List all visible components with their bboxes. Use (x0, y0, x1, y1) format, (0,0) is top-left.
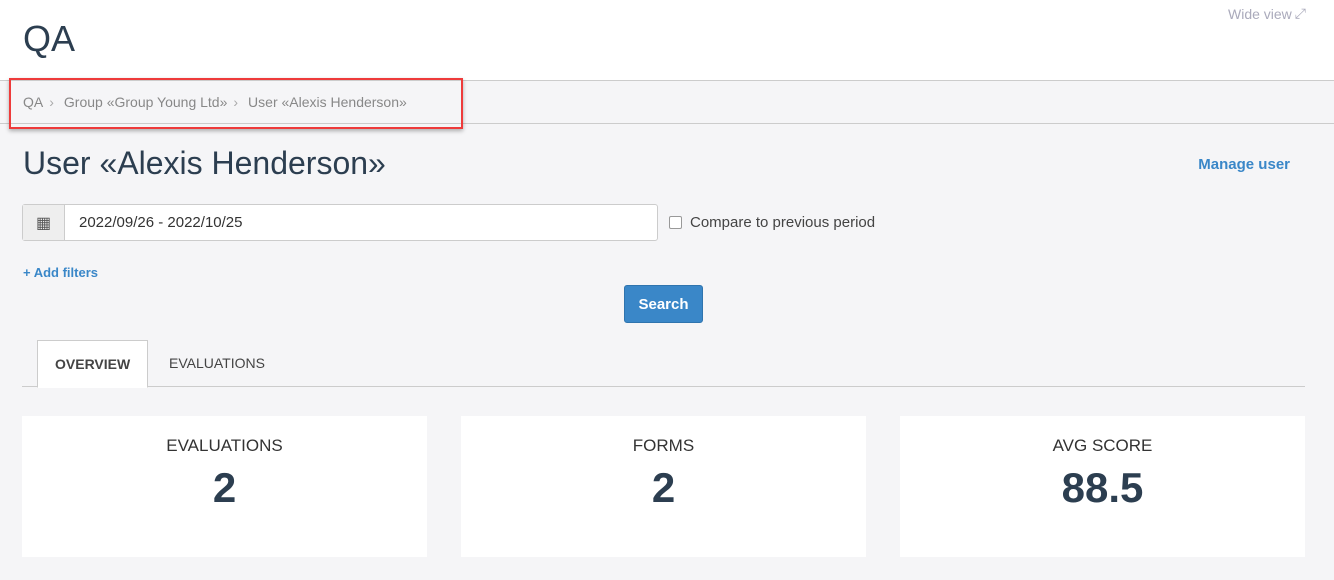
search-button[interactable]: Search (624, 285, 703, 323)
header: QA Wide view ⤢ (0, 0, 1334, 81)
compare-checkbox[interactable]: Compare to previous period (669, 214, 875, 231)
tab-overview[interactable]: OVERVIEW (37, 340, 149, 388)
card-label: AVG SCORE (1052, 436, 1153, 455)
highlight-box (9, 78, 463, 129)
card-value: 2 (651, 464, 676, 511)
add-filters-link[interactable]: + Add filters (23, 265, 98, 280)
card-label: EVALUATIONS (166, 436, 283, 455)
manage-user-link[interactable]: Manage user (1198, 156, 1290, 173)
date-range-picker[interactable]: ▦ (22, 204, 658, 241)
card-forms: FORMS 2 (461, 416, 866, 557)
wide-view-link[interactable]: Wide view ⤢ (1228, 5, 1306, 22)
card-value: 2 (212, 464, 237, 511)
card-value: 88.5 (1061, 464, 1144, 511)
date-range-input[interactable] (65, 205, 657, 240)
card-evaluations: EVALUATIONS 2 (22, 416, 427, 557)
tabs: OVERVIEW EVALUATIONS (22, 340, 1305, 388)
calendar-icon[interactable]: ▦ (23, 205, 65, 240)
card-avg-score: AVG SCORE 88.5 (900, 416, 1305, 557)
compare-label: Compare to previous period (690, 214, 876, 231)
page-title: User «Alexis Henderson» (23, 145, 386, 181)
checkbox-box[interactable] (669, 216, 682, 229)
tab-evaluations[interactable]: EVALUATIONS (152, 340, 282, 387)
card-label: FORMS (632, 436, 695, 455)
app-title: QA (23, 18, 76, 59)
expand-icon: ⤢ (1294, 5, 1306, 21)
wide-view-label: Wide view (1228, 5, 1292, 22)
